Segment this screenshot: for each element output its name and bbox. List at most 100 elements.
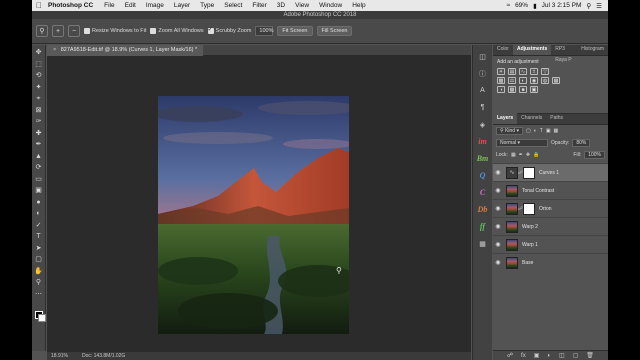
plugin-icon-im[interactable]: im (477, 136, 488, 147)
layer-mask-thumb[interactable] (523, 202, 535, 215)
layer-row-orton[interactable]: ◉ ☍ Orton (493, 199, 608, 217)
channel-mixer-icon[interactable]: ◍ (541, 77, 549, 84)
tab-paths[interactable]: Paths (546, 113, 567, 124)
marquee-tool-icon[interactable]: ⬚ (34, 60, 43, 69)
blend-mode-select[interactable]: Normal ▾ (496, 139, 548, 147)
tab-rp3-raya[interactable]: RP3 Raya P (551, 44, 577, 63)
quick-select-tool-icon[interactable]: ✦ (34, 83, 43, 92)
character-panel-icon[interactable]: A (477, 85, 488, 96)
eyedropper-tool-icon[interactable]: ✑ (34, 117, 43, 126)
apple-icon[interactable]:  (32, 1, 46, 10)
layer-name[interactable]: Orton (539, 206, 552, 212)
zoom-tool-icon[interactable]: ⚲ (34, 278, 43, 287)
zoom-tool-preset-icon[interactable]: ⚲ (36, 25, 48, 37)
layer-name[interactable]: Curves 1 (539, 170, 559, 176)
fill-screen-button[interactable]: Fill Screen (316, 26, 353, 36)
visibility-eye-icon[interactable]: ◉ (493, 187, 503, 194)
menu-app-name[interactable]: Photoshop CC (46, 2, 99, 9)
tab-color[interactable]: Color (493, 44, 513, 55)
lock-paint-icon[interactable]: ✒ (519, 152, 523, 158)
curves-icon[interactable]: ∿ (519, 68, 527, 75)
menu-3d[interactable]: 3D (272, 2, 290, 9)
layer-name[interactable]: Base (522, 260, 533, 266)
link-layers-icon[interactable]: ☍ (507, 352, 513, 359)
visibility-eye-icon[interactable]: ◉ (493, 223, 503, 230)
document-tab[interactable]: × 827A9518-Edit.tif @ 18.9% (Curves 1, L… (47, 45, 204, 56)
new-adjustment-icon[interactable]: ◐ (547, 353, 551, 359)
lasso-tool-icon[interactable]: ⟲ (34, 71, 43, 80)
layer-thumb[interactable] (506, 238, 518, 251)
lock-position-icon[interactable]: ✥ (526, 152, 530, 158)
filter-pixel-icon[interactable]: ▢ (526, 128, 531, 134)
dodge-tool-icon[interactable]: ◐ (34, 209, 43, 218)
fill-field[interactable]: 100% (584, 151, 605, 159)
menu-help[interactable]: Help (347, 2, 370, 9)
menu-edit[interactable]: Edit (120, 2, 141, 9)
layer-name[interactable]: Tonal Contrast (522, 188, 554, 194)
clock[interactable]: Jul 3 2:15 PM (542, 2, 582, 9)
hue-saturation-icon[interactable]: ▩ (497, 77, 505, 84)
zoom-all-checkbox[interactable]: Zoom All Windows (150, 28, 204, 34)
plugin-icon-q[interactable]: Q (477, 170, 488, 181)
eraser-tool-icon[interactable]: ▭ (34, 175, 43, 184)
vibrance-icon[interactable]: ▽ (541, 68, 549, 75)
visibility-eye-icon[interactable]: ◉ (493, 169, 503, 176)
battery-percent[interactable]: 69% (515, 2, 528, 9)
add-mask-icon[interactable]: ▣ (534, 352, 540, 359)
layer-thumb[interactable] (506, 184, 518, 197)
zoom-out-icon[interactable]: − (68, 25, 80, 37)
gradient-map-icon[interactable]: ▣ (530, 86, 538, 93)
hand-tool-icon[interactable]: ✋ (34, 267, 43, 276)
brush-tool-icon[interactable]: ✒ (34, 140, 43, 149)
brightness-contrast-icon[interactable]: ☀ (497, 68, 505, 75)
path-select-icon[interactable]: ➤ (34, 244, 43, 253)
tab-channels[interactable]: Channels (517, 113, 546, 124)
layer-name[interactable]: Warp 1 (522, 242, 538, 248)
layer-row-warp-2[interactable]: ◉ Warp 2 (493, 217, 608, 235)
menu-select[interactable]: Select (219, 2, 247, 9)
menu-filter[interactable]: Filter (247, 2, 271, 9)
opacity-field[interactable]: 80% (572, 139, 591, 147)
gradient-tool-icon[interactable]: ▣ (34, 186, 43, 195)
layer-thumb[interactable] (506, 256, 518, 269)
plugin-icon-db[interactable]: Db (477, 204, 488, 215)
move-tool-icon[interactable]: ✥ (34, 48, 43, 57)
layer-row-base[interactable]: ◉ Base (493, 253, 608, 271)
close-icon[interactable]: × (53, 47, 56, 53)
new-layer-icon[interactable]: ▢ (573, 352, 579, 359)
color-balance-icon[interactable]: ⚖ (508, 77, 516, 84)
libraries-panel-icon[interactable]: ◈ (477, 119, 488, 130)
fit-screen-button[interactable]: Fit Screen (277, 26, 313, 36)
filter-shape-icon[interactable]: ▣ (546, 128, 551, 134)
tab-adjustments[interactable]: Adjustments (512, 44, 552, 55)
levels-icon[interactable]: ▤ (508, 68, 516, 75)
layer-thumb[interactable] (506, 220, 518, 233)
healing-brush-icon[interactable]: ✚ (34, 129, 43, 138)
blur-tool-icon[interactable]: ● (34, 198, 43, 207)
paragraph-panel-icon[interactable]: ¶ (477, 102, 488, 113)
menu-type[interactable]: Type (195, 2, 219, 9)
threshold-icon[interactable]: ■ (519, 86, 527, 93)
tab-layers[interactable]: Layers (493, 113, 518, 124)
menu-file[interactable]: File (99, 2, 119, 9)
zoom-in-icon[interactable]: + (52, 25, 64, 37)
document-size[interactable]: Doc: 143.8M/1.02G (82, 353, 125, 359)
info-panel-icon[interactable]: ⓘ (477, 68, 488, 79)
color-lookup-icon[interactable]: ▦ (552, 77, 560, 84)
spotlight-icon[interactable]: ⚲ (586, 2, 591, 10)
layer-mask-thumb[interactable] (523, 166, 535, 179)
lock-pixels-icon[interactable]: ▦ (511, 152, 516, 158)
crop-tool-icon[interactable]: ⌖ (34, 94, 43, 103)
layer-row-warp-1[interactable]: ◉ Warp 1 (493, 235, 608, 253)
history-brush-icon[interactable]: ⟳ (34, 163, 43, 172)
new-group-icon[interactable]: ◫ (559, 352, 565, 359)
menu-layer[interactable]: Layer (169, 2, 195, 9)
black-white-icon[interactable]: ◐ (519, 77, 527, 84)
plugin-icon-ff[interactable]: ff (477, 221, 488, 232)
pen-tool-icon[interactable]: ✓ (34, 221, 43, 230)
canvas-pasteboard[interactable]: ⚲ (47, 56, 471, 351)
plugin-icon-c[interactable]: C (477, 187, 488, 198)
layer-thumb[interactable] (506, 202, 518, 215)
more-tools-icon[interactable]: ⋯ (34, 290, 43, 299)
lock-all-icon[interactable]: 🔒 (533, 152, 539, 158)
